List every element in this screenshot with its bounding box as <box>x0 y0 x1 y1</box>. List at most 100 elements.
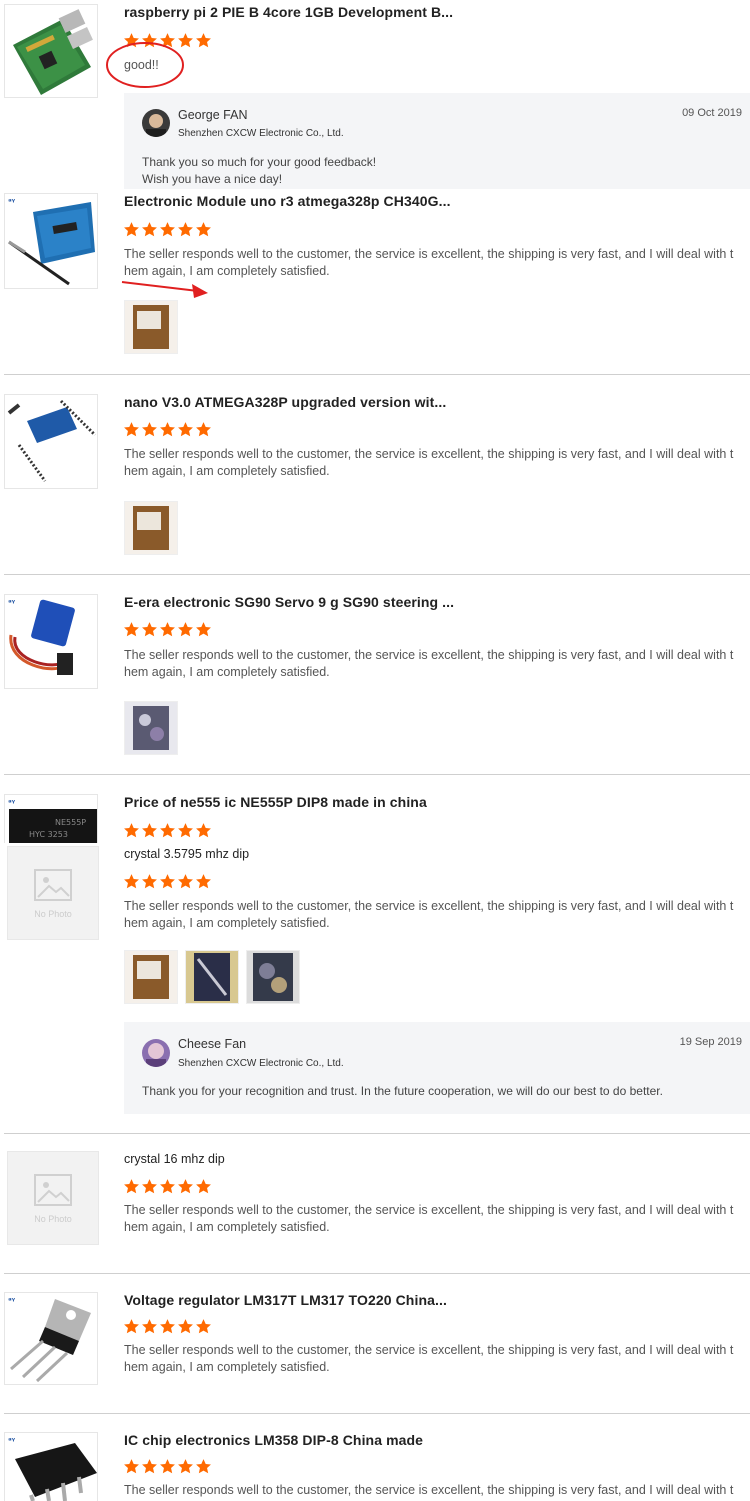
star-icon <box>196 823 211 838</box>
review-photo[interactable] <box>185 950 239 1004</box>
product-thumbnail-lm358[interactable]: ᵃᵞ <box>4 1432 98 1501</box>
annotation-circle <box>106 42 184 88</box>
product-title[interactable]: E-era electronic SG90 Servo 9 g SG90 ste… <box>124 594 454 610</box>
product-thumbnail-servo[interactable]: ᵃᵞ <box>4 594 98 689</box>
star-icon <box>160 1459 175 1474</box>
rating-stars <box>123 1178 212 1198</box>
seller-reply: Cheese Fan Shenzhen CXCW Electronic Co.,… <box>124 1022 750 1114</box>
star-icon <box>160 874 175 889</box>
product-title[interactable]: Electronic Module uno r3 atmega328p CH34… <box>124 193 451 209</box>
star-icon <box>142 874 157 889</box>
reply-text: Thank you for your recognition and trust… <box>142 1084 663 1098</box>
star-icon <box>160 1179 175 1194</box>
star-icon <box>124 622 139 637</box>
star-icon <box>196 1179 211 1194</box>
star-icon <box>124 1319 139 1334</box>
star-icon <box>178 422 193 437</box>
review-text: good!! <box>124 58 159 72</box>
product-title[interactable]: nano V3.0 ATMEGA328P upgraded version wi… <box>124 394 446 410</box>
star-icon <box>124 1179 139 1194</box>
star-icon <box>178 1459 193 1474</box>
review-text: The seller responds well to the customer… <box>124 1203 734 1234</box>
product-title[interactable]: IC chip electronics LM358 DIP-8 China ma… <box>124 1432 423 1448</box>
product-title[interactable]: raspberry pi 2 PIE B 4core 1GB Developme… <box>124 4 453 20</box>
no-photo-label: No Photo <box>34 909 72 919</box>
review-text: The seller responds well to the customer… <box>124 1343 734 1374</box>
star-icon <box>160 622 175 637</box>
star-icon <box>124 1459 139 1474</box>
star-icon <box>142 1459 157 1474</box>
star-icon <box>196 33 211 48</box>
star-icon <box>142 1319 157 1334</box>
no-photo-label: No Photo <box>34 1214 72 1224</box>
svg-text:ᵃᵞ: ᵃᵞ <box>8 798 16 807</box>
star-icon <box>142 1179 157 1194</box>
divider <box>4 1133 750 1134</box>
star-icon <box>178 874 193 889</box>
star-icon <box>196 1319 211 1334</box>
star-icon <box>178 823 193 838</box>
review-text: The seller responds well to the customer… <box>124 648 734 679</box>
product-title[interactable]: Price of ne555 ic NE555P DIP8 made in ch… <box>124 794 427 810</box>
star-icon <box>196 422 211 437</box>
rating-stars <box>123 621 212 641</box>
avatar <box>142 1039 170 1067</box>
product-thumbnail-arduino-nano[interactable] <box>4 394 98 489</box>
star-icon <box>124 222 139 237</box>
star-icon <box>178 622 193 637</box>
svg-text:ᵃᵞ: ᵃᵞ <box>8 197 16 206</box>
rating-stars <box>123 421 212 441</box>
review-photo[interactable] <box>246 950 300 1004</box>
star-icon <box>196 622 211 637</box>
review-text: The seller responds well to the customer… <box>124 1483 734 1497</box>
svg-text:NE555P: NE555P <box>55 818 86 827</box>
annotation-arrow <box>121 281 208 298</box>
star-icon <box>196 1459 211 1474</box>
review-text: The seller responds well to the customer… <box>124 447 734 478</box>
review-text: The seller responds well to the customer… <box>124 899 734 930</box>
product-thumbnail-lm317[interactable]: ᵃᵞ <box>4 1292 98 1385</box>
seller-reply: George FAN Shenzhen CXCW Electronic Co.,… <box>124 93 750 189</box>
star-icon <box>160 1319 175 1334</box>
review-photo[interactable] <box>124 701 178 755</box>
reply-date: 19 Sep 2019 <box>679 1036 742 1048</box>
review-text: The seller responds well to the customer… <box>124 247 734 278</box>
review-photo[interactable] <box>124 300 178 354</box>
divider <box>4 374 750 375</box>
star-icon <box>196 874 211 889</box>
no-photo-placeholder: No Photo <box>7 1151 99 1245</box>
star-icon <box>124 823 139 838</box>
star-icon <box>124 422 139 437</box>
divider <box>4 774 750 775</box>
avatar <box>142 109 170 137</box>
reply-text: Wish you have a nice day! <box>142 172 283 186</box>
image-placeholder-icon <box>34 869 72 901</box>
star-icon <box>142 222 157 237</box>
product-thumbnail-arduino-uno[interactable]: ᵃᵞ <box>4 193 98 289</box>
star-icon <box>142 622 157 637</box>
svg-text:ᵃᵞ: ᵃᵞ <box>8 598 16 607</box>
product-thumbnail-ne555[interactable]: ᵃᵞ NE555P HYC 3253 <box>4 794 98 843</box>
star-icon <box>160 422 175 437</box>
rating-stars <box>123 873 212 893</box>
reply-company: Shenzhen CXCW Electronic Co., Ltd. <box>178 1058 344 1069</box>
divider <box>4 574 750 575</box>
star-icon <box>160 222 175 237</box>
star-icon <box>142 823 157 838</box>
star-icon <box>160 823 175 838</box>
product-title[interactable]: Voltage regulator LM317T LM317 TO220 Chi… <box>124 1292 447 1308</box>
reply-author: Cheese Fan <box>178 1037 247 1051</box>
reply-author: George FAN <box>178 108 248 122</box>
divider <box>4 1413 750 1414</box>
reply-text: Thank you so much for your good feedback… <box>142 155 377 169</box>
reply-company: Shenzhen CXCW Electronic Co., Ltd. <box>178 128 344 139</box>
svg-text:ᵃᵞ: ᵃᵞ <box>8 1436 16 1445</box>
star-icon <box>178 1179 193 1194</box>
rating-stars <box>123 822 212 842</box>
product-thumbnail-raspberry-pi[interactable] <box>4 4 98 98</box>
star-icon <box>142 422 157 437</box>
svg-text:ᵃᵞ: ᵃᵞ <box>8 1296 16 1305</box>
review-photo[interactable] <box>124 501 178 555</box>
reply-date: 09 Oct 2019 <box>682 107 742 119</box>
review-photo[interactable] <box>124 950 178 1004</box>
